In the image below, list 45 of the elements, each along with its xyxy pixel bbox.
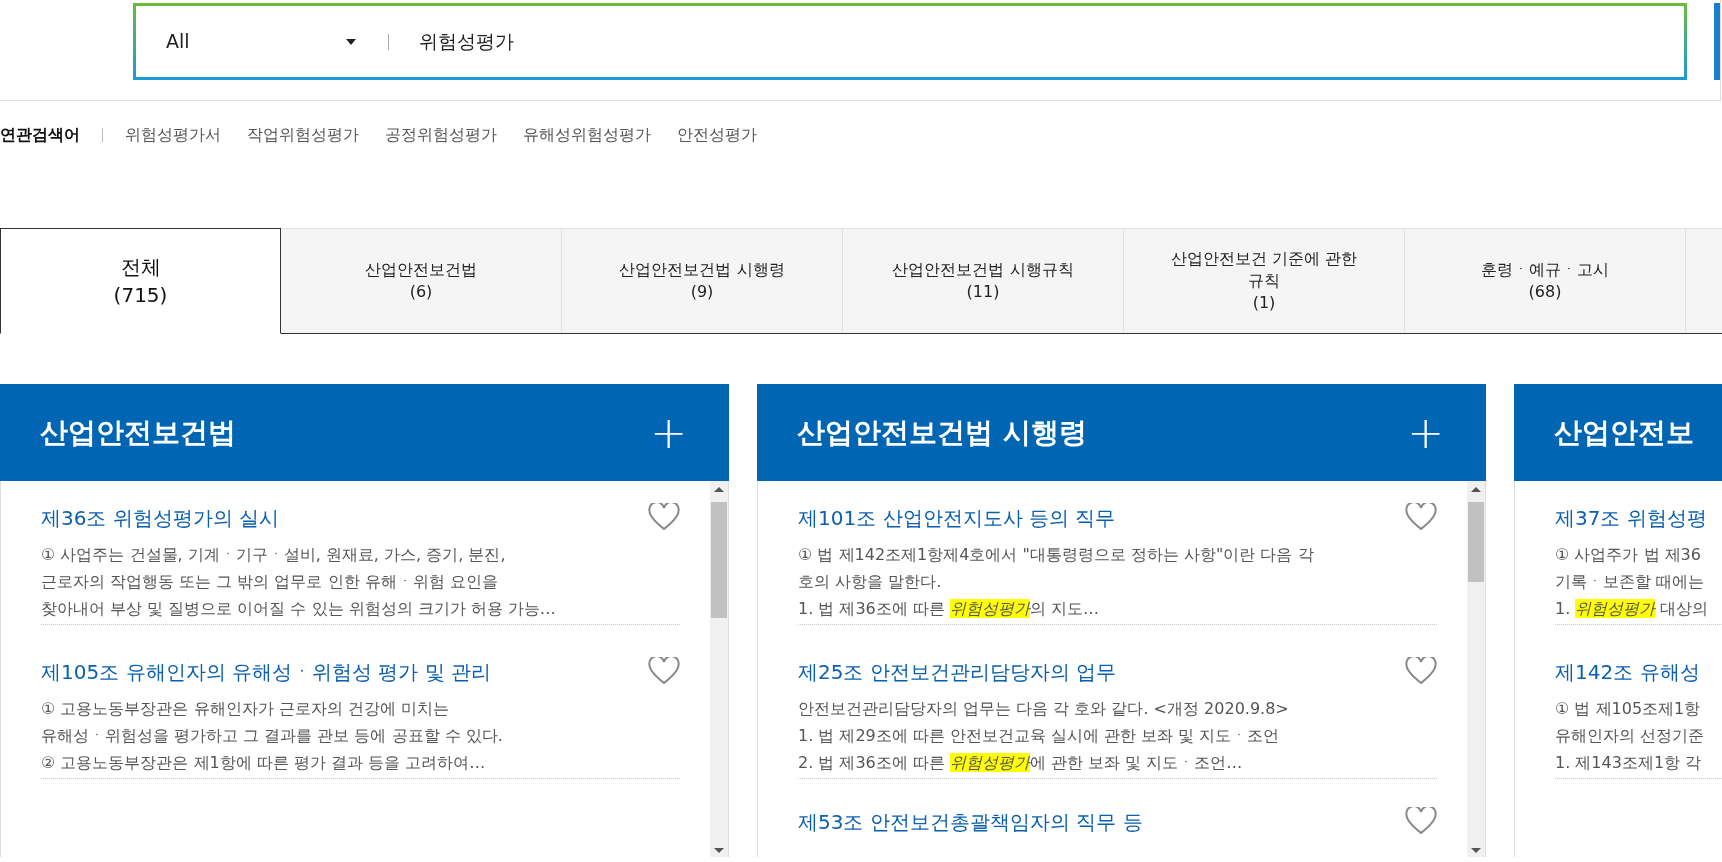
card-title: 산업안전보건법: [40, 414, 236, 451]
expand-button[interactable]: +: [650, 410, 687, 455]
search-field[interactable]: All 위험성평가: [133, 3, 1687, 80]
related-link[interactable]: 유해성위험성평가: [523, 123, 651, 147]
related-link[interactable]: 공정위험성평가: [385, 123, 497, 147]
scrollbar[interactable]: [1467, 481, 1485, 857]
card-title: 산업안전보건법 시행령: [797, 414, 1087, 451]
article-link[interactable]: 제37조 위험성평: [1555, 503, 1707, 533]
scope-dropdown[interactable]: All: [136, 27, 366, 56]
tab[interactable]: 훈령ㆍ예규ㆍ고시 (68): [1405, 228, 1686, 333]
related-link[interactable]: 작업위험성평가: [247, 123, 359, 147]
scroll-up-icon[interactable]: [1471, 487, 1481, 492]
article-link[interactable]: 제101조 산업안전지도사 등의 직무: [798, 503, 1116, 533]
article-excerpt: ① 법 제105조제1항 유해인자의 선정기준 1. 제143조제1항 각: [1555, 698, 1706, 774]
heart-icon[interactable]: [648, 503, 680, 531]
article-excerpt: ① 고용노동부장관은 유해인자가 근로자의 건강에 미치는 유해성ㆍ위험성을 평가하고 그 결과를 관보 등에 공표할 수 있다. ② 고용노동부장관은 제1항에 따른 평가 결과 등을 고려하여…: [41, 698, 504, 774]
article-link[interactable]: 제53조 안전보건총괄책임자의 직무 등: [798, 807, 1143, 837]
article-excerpt: ① 사업주는 건설물, 기계ㆍ기구ㆍ설비, 원재료, 가스, 증기, 분진, 근로자의 작업행동 또는 그 밖의 업무로 인한 유해ㆍ위험 요인을 찾아내어 부상 및 질병으로 이어질 수 있는 위험성의 크기가 허용 가능…: [41, 544, 557, 620]
heart-icon[interactable]: [1405, 807, 1437, 835]
article-link[interactable]: 제142조 유해성: [1555, 657, 1700, 687]
related-label: 연관검색어: [0, 124, 80, 146]
expand-button[interactable]: +: [1407, 410, 1444, 455]
tab[interactable]: 전체 (715): [0, 228, 281, 334]
related-link[interactable]: 위험성평가서: [125, 123, 221, 147]
heart-icon[interactable]: [648, 657, 680, 685]
scrollbar-thumb[interactable]: [1468, 502, 1484, 582]
tab[interactable]: 산업안전보건법 시행령 (9): [562, 228, 843, 333]
tab[interactable]: 산업안전보건법 (6): [281, 228, 562, 333]
heart-icon[interactable]: [1405, 657, 1437, 685]
heart-icon[interactable]: [1405, 503, 1437, 531]
related-link[interactable]: 안전성평가: [677, 123, 757, 147]
article-link[interactable]: 제105조 유해인자의 유해성ㆍ위험성 평가 및 관리: [41, 657, 491, 687]
tab[interactable]: 산업안전보건법 시행규칙 (11): [843, 228, 1124, 333]
article-excerpt: ① 법 제142조제1항제4호에서 "대통령령으로 정하는 사항"이란 다음 각 호의 사항을 말한다. 1. 법 제36조에 따른 위험성평가의 지도…: [798, 544, 1315, 620]
card-title: 산업안전보: [1554, 414, 1694, 451]
scrollbar-thumb[interactable]: [711, 502, 727, 618]
article-excerpt: 안전보건관리담당자의 업무는 다음 각 호와 같다. <개정 2020.9.8> 1. 법 제29조에 따른 안전보건교육 실시에 관한 보좌 및 지도ㆍ조언 2. 법 제36조에 따른 위험성평가에 관한 보좌 및 지도ㆍ조언…: [798, 698, 1290, 774]
scroll-down-icon[interactable]: [714, 848, 724, 853]
article-link[interactable]: 제36조 위험성평가의 실시: [41, 503, 280, 533]
article-link[interactable]: 제25조 안전보건관리담당자의 업무: [798, 657, 1117, 687]
caret-icon: [346, 38, 356, 45]
scroll-down-icon[interactable]: [1471, 848, 1481, 853]
scroll-up-icon[interactable]: [714, 487, 724, 492]
scrollbar[interactable]: [710, 481, 728, 857]
tab[interactable]: 산업안전보건 기준에 관한 규칙 (1): [1124, 228, 1405, 333]
